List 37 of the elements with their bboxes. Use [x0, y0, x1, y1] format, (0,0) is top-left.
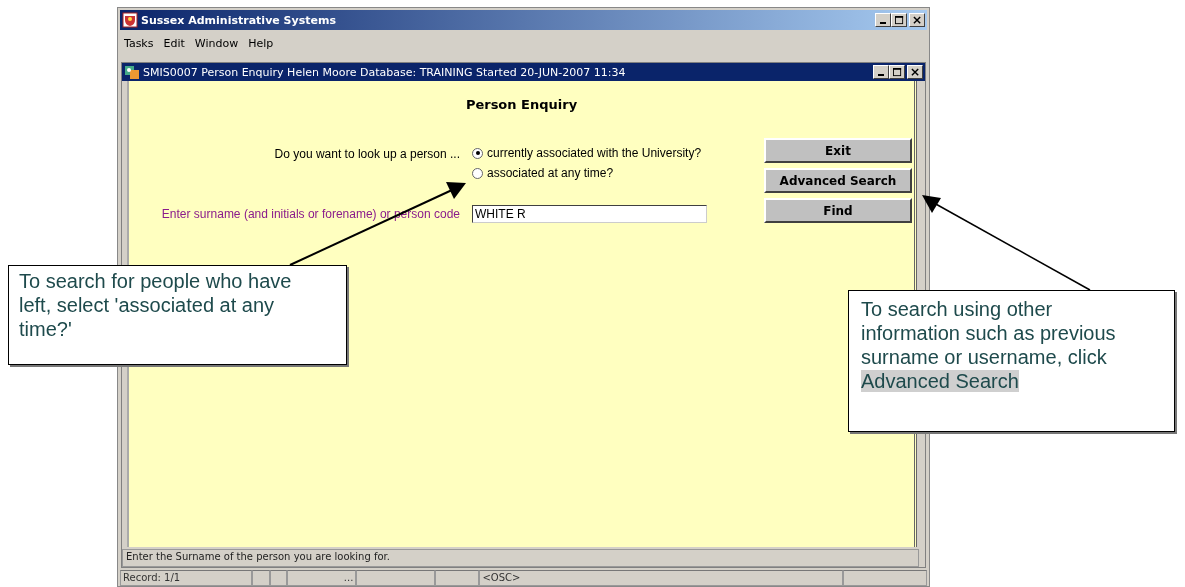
radio-option[interactable]: currently associated with the University? [472, 146, 702, 160]
close-button[interactable] [907, 65, 923, 79]
close-icon [910, 67, 920, 77]
maximize-button[interactable] [889, 65, 905, 79]
status-cell [435, 570, 480, 586]
status-cell [251, 570, 270, 586]
record-counter: Record: 1/1 [120, 570, 252, 586]
crest-icon [122, 12, 138, 28]
minimize-icon [880, 22, 886, 24]
mode-indicator: <OSC> [479, 570, 844, 586]
menu-item[interactable]: Tasks [124, 36, 154, 50]
menu-item[interactable]: Edit [163, 36, 185, 50]
maximize-icon [894, 15, 904, 25]
minimize-button[interactable] [875, 13, 891, 27]
radio-option[interactable]: associated at any time? [472, 166, 702, 180]
status-field: ... [287, 570, 357, 586]
form-title: SMIS0007 Person Enquiry Helen Moore Database: TRAINING Started 20-JUN-2007 11:34 [143, 65, 627, 79]
menu-item[interactable]: Help [248, 36, 274, 50]
minimize-button[interactable] [873, 65, 889, 79]
form-button[interactable]: Exit [764, 138, 912, 163]
window-title: Sussex Administrative Systems [141, 13, 337, 27]
question-label: Do you want to look up a person ... [273, 146, 460, 161]
form-button[interactable]: Advanced Search [764, 168, 912, 193]
form-button[interactable]: Find [764, 198, 912, 223]
maximize-button[interactable] [891, 13, 907, 27]
search-field[interactable]: WHITE R [472, 204, 707, 223]
callout-note: To search using other information such as previous surname or username, click Advanced Search [848, 290, 1175, 432]
minimize-icon [878, 74, 884, 76]
maximize-icon [892, 67, 902, 77]
hint-message: Enter the Surname of the person you are looking for. [122, 549, 919, 567]
close-button[interactable] [909, 13, 925, 27]
form-heading: Person Enquiry [464, 97, 579, 112]
close-icon [912, 15, 922, 25]
app-icon [124, 64, 140, 80]
menu-item[interactable]: Window [194, 36, 239, 50]
callout-note: To search for people who have left, select 'associated at any time?' [8, 265, 347, 365]
status-cell [269, 570, 288, 586]
